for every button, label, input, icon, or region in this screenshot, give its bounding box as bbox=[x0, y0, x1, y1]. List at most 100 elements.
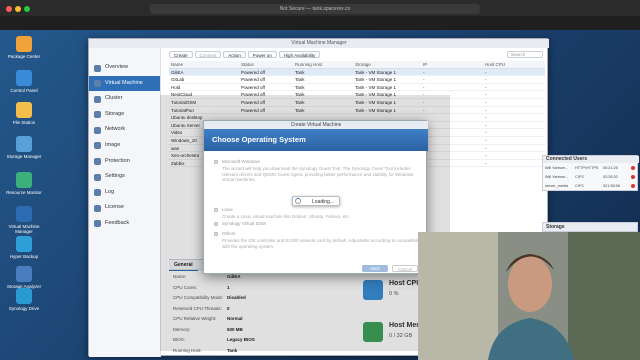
table-row[interactable]: Hold Powered off Tank Tank - VM Storage 1 - - bbox=[169, 84, 545, 92]
cell-storage: Tank - VM Storage 1 bbox=[355, 77, 397, 83]
column-header[interactable]: Name bbox=[171, 61, 183, 69]
desktop-icon-label: Control Panel bbox=[10, 88, 38, 93]
analyzer-icon bbox=[16, 266, 32, 282]
action-button[interactable]: Action bbox=[223, 51, 246, 58]
image-icon bbox=[94, 142, 101, 150]
desktop-icon[interactable]: Control Panel bbox=[4, 70, 44, 93]
cell-name: GitLab bbox=[171, 77, 185, 83]
sidebar-item-label: Log bbox=[105, 188, 115, 195]
storage-icon bbox=[94, 111, 101, 119]
cell-status: Powered off bbox=[241, 77, 265, 83]
column-header[interactable]: Status bbox=[241, 61, 254, 69]
radio-icon[interactable] bbox=[214, 232, 218, 236]
cell-cpu: - bbox=[485, 160, 487, 166]
license-icon bbox=[94, 204, 101, 212]
cell-cpu: - bbox=[485, 107, 487, 113]
sidebar-item-image[interactable]: Image bbox=[89, 138, 160, 154]
desktop-icon[interactable]: Storage Manager bbox=[4, 136, 44, 159]
cell-ip: - bbox=[423, 77, 425, 83]
sidebar-item-label: Feedback bbox=[105, 219, 130, 226]
disconnect-icon[interactable] bbox=[631, 166, 635, 170]
radio-icon[interactable] bbox=[214, 160, 218, 164]
cell-cpu: - bbox=[485, 99, 487, 105]
cancel-button[interactable]: Cancel bbox=[392, 265, 418, 272]
dialog-heading: Choose Operating System bbox=[204, 129, 428, 151]
sidebar-item-feedback[interactable]: Feedback bbox=[89, 216, 160, 232]
desktop-icon[interactable]: File Station bbox=[4, 102, 44, 125]
cell-cpu: - bbox=[485, 77, 487, 83]
column-header[interactable]: Host CPU bbox=[485, 61, 505, 69]
desktop-icon[interactable]: Package Center bbox=[4, 36, 44, 59]
user-type: CIFS bbox=[575, 175, 584, 179]
column-header[interactable]: IP bbox=[423, 61, 427, 69]
cell-host: Tank bbox=[295, 77, 305, 83]
desktop-icon[interactable]: Resource Monitor bbox=[4, 172, 44, 195]
window-title: Virtual Machine Manager bbox=[89, 39, 549, 48]
table-row[interactable]: GitLab Powered off Tank Tank - VM Storage 1… bbox=[169, 76, 545, 84]
minimize-window-icon[interactable] bbox=[15, 6, 21, 12]
settings-icon bbox=[94, 173, 101, 181]
vmm-sidebar: Overview Virtual Machine Cluster Storage Net… bbox=[89, 48, 161, 357]
sidebar-item-label: Image bbox=[105, 141, 121, 148]
cell-host: Tank bbox=[295, 69, 305, 75]
desktop-icon[interactable]: Virtual Machine Manager bbox=[4, 206, 44, 234]
next-button[interactable]: Next bbox=[362, 265, 388, 272]
sidebar-item-network[interactable]: Network bbox=[89, 122, 160, 138]
desktop-icon[interactable]: Synology Drive bbox=[4, 288, 44, 311]
os-option-microsoft-windows[interactable]: Microsoft Windows The wizard will help yo… bbox=[214, 159, 419, 182]
user-time: 321:35:56 bbox=[603, 184, 620, 188]
sidebar-item-virtual-machine[interactable]: Virtual Machine bbox=[89, 75, 160, 92]
option-label: Linux bbox=[222, 207, 233, 212]
cell-cpu: - bbox=[485, 145, 487, 151]
close-window-icon[interactable] bbox=[6, 6, 12, 12]
sidebar-item-storage[interactable]: Storage bbox=[89, 107, 160, 123]
disconnect-icon[interactable] bbox=[631, 175, 635, 179]
sidebar-item-label: Storage bbox=[105, 110, 125, 117]
desktop-icon[interactable]: Storage Analyzer bbox=[4, 266, 44, 289]
column-header[interactable]: Running Host bbox=[295, 61, 322, 69]
sidebar-item-license[interactable]: License bbox=[89, 200, 160, 216]
package-icon bbox=[16, 36, 32, 52]
sidebar-item-protection[interactable]: Protection bbox=[89, 154, 160, 170]
radio-icon[interactable] bbox=[214, 208, 218, 212]
spinner-icon bbox=[295, 198, 301, 204]
sidebar-item-cluster[interactable]: Cluster bbox=[89, 91, 160, 107]
drive-icon bbox=[16, 288, 32, 304]
cell-cpu: - bbox=[485, 153, 487, 159]
radio-icon[interactable] bbox=[214, 222, 218, 226]
sidebar-item-log[interactable]: Log bbox=[89, 185, 160, 201]
sidebar-item-label: Cluster bbox=[105, 95, 123, 102]
protection-icon bbox=[94, 158, 101, 166]
high-availability-button[interactable]: High Availability bbox=[278, 51, 321, 58]
widget-title: Connected Users bbox=[543, 156, 639, 163]
cell-cpu: - bbox=[485, 69, 487, 75]
disconnect-icon[interactable] bbox=[631, 184, 635, 188]
column-header[interactable]: Storage bbox=[355, 61, 371, 69]
sidebar-item-label: Protection bbox=[105, 157, 130, 164]
cell-cpu: - bbox=[485, 84, 487, 90]
power-on-button[interactable]: Power on bbox=[247, 51, 277, 58]
desktop-icon-label: Hyper Backup bbox=[9, 254, 39, 259]
sidebar-item-overview[interactable]: Overview bbox=[89, 60, 160, 76]
url-bar[interactable]: Not Secure — tank.spacerex.co bbox=[150, 4, 480, 14]
presenter-image bbox=[418, 232, 640, 360]
create-button[interactable]: Create bbox=[169, 51, 193, 58]
maximize-window-icon[interactable] bbox=[24, 6, 30, 12]
os-option-synology-virtual-dsm[interactable]: Synology Virtual DSM bbox=[214, 221, 419, 228]
storage-widget-title: Storage bbox=[542, 222, 638, 232]
table-row[interactable]: GiliEA Powered off Tank Tank - VM Storage 1… bbox=[169, 68, 545, 77]
os-option-others[interactable]: Others Provides the IDE controller and E1… bbox=[214, 231, 421, 249]
vm-icon bbox=[16, 206, 32, 222]
desktop-icon[interactable]: Hyper Backup bbox=[4, 236, 44, 259]
connect-button[interactable]: Connect bbox=[194, 51, 222, 58]
browser-chrome: Not Secure — tank.spacerex.co bbox=[0, 0, 640, 30]
search-input[interactable]: Search bbox=[507, 51, 543, 58]
network-icon bbox=[94, 126, 101, 134]
sidebar-item-settings[interactable]: Settings bbox=[89, 169, 160, 185]
backup-icon bbox=[16, 236, 32, 252]
control-panel-icon bbox=[16, 70, 32, 86]
sidebar-item-label: License bbox=[105, 204, 124, 211]
overview-icon bbox=[94, 64, 101, 72]
connected-user-row: Will Yarbom... CIFS 02:35:32 bbox=[545, 173, 637, 181]
user-time: 02:35:32 bbox=[603, 175, 618, 179]
